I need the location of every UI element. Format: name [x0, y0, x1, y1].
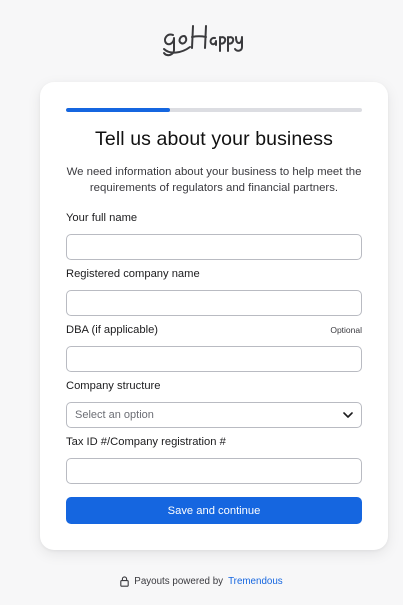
lock-icon — [120, 576, 130, 587]
company-name-input[interactable] — [66, 290, 362, 316]
company-structure-select[interactable]: Select an option — [66, 402, 362, 428]
gohappy-logo-icon: goHappy — [162, 25, 243, 57]
page-subtitle: We need information about your business … — [66, 166, 362, 194]
brand-logo: goHappy — [0, 16, 403, 62]
save-and-continue-button[interactable]: Save and continue — [66, 497, 362, 524]
company-structure-label: Company structure — [66, 380, 161, 392]
full-name-label: Your full name — [66, 212, 138, 224]
page-title: Tell us about your business — [95, 128, 333, 150]
chevron-down-icon — [343, 412, 353, 418]
company-structure-placeholder: Select an option — [75, 409, 154, 421]
full-name-field: Your full name — [66, 212, 362, 260]
footer-text: Payouts powered by — [134, 576, 224, 587]
progress-bar — [66, 108, 362, 112]
tax-id-input[interactable] — [66, 458, 362, 484]
tax-id-label: Tax ID #/Company registration # — [66, 436, 226, 448]
optional-tag: Optional — [330, 325, 362, 335]
dba-label: DBA (if applicable) — [66, 324, 159, 336]
tremendous-link[interactable]: Tremendous — [228, 576, 283, 587]
full-name-input[interactable] — [66, 234, 362, 260]
progress-bar-fill — [66, 108, 170, 112]
dba-input[interactable] — [66, 346, 362, 372]
footer: Payouts powered by Tremendous — [0, 576, 403, 587]
company-name-label: Registered company name — [66, 268, 200, 280]
dba-field: DBA (if applicable) Optional — [66, 324, 362, 372]
company-name-field: Registered company name — [66, 268, 362, 316]
tax-id-field: Tax ID #/Company registration # — [66, 436, 362, 484]
company-structure-field: Company structure Select an option — [66, 380, 362, 428]
business-form-card: Tell us about your business We need info… — [40, 82, 388, 550]
